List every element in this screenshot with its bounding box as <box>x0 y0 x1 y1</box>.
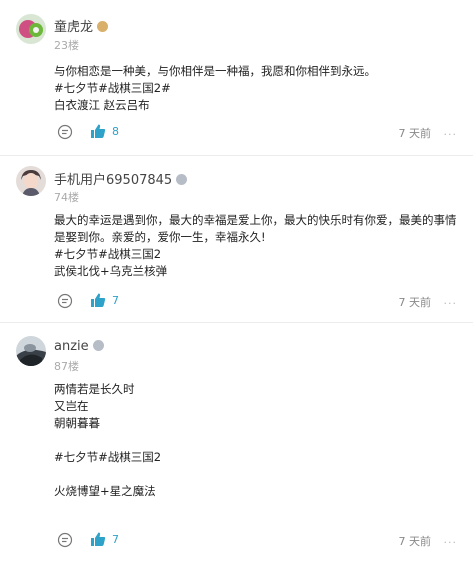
comment-line: 武侯北伐+乌克兰核弹 <box>54 264 168 278</box>
comment-line <box>54 466 457 483</box>
comment-body: 与你相恋是一种美，与你相伴是一种福，我愿和你相伴到永远。 #七夕节#战棋三国2#… <box>54 63 457 114</box>
action-bar: 8 7 天前 ... <box>54 123 457 141</box>
floor-number: 87楼 <box>54 360 79 373</box>
like-count[interactable]: 7 <box>112 533 119 546</box>
more-options-icon[interactable]: ... <box>444 533 458 546</box>
comment-body: 两情若是长久时 又岂在 朝朝暮暮 #七夕节#战棋三国2 火烧博望+星之魔法 <box>54 381 457 500</box>
comment-line: #七夕节#战棋三国2# <box>54 81 171 95</box>
comment-line: 最大的幸运是遇到你，最大的幸福是爱上你，最大的快乐时有你爱，最美的事情是娶到你。… <box>54 213 457 244</box>
thumbs-up-icon[interactable] <box>90 292 106 308</box>
comment-icon[interactable] <box>57 532 73 548</box>
timestamp: 7 天前 <box>398 535 432 548</box>
avatar-image <box>16 166 46 196</box>
gray-medal-icon <box>92 340 104 351</box>
timestamp: 7 天前 <box>398 127 432 140</box>
comment-line: 朝朝暮暮 <box>54 416 100 430</box>
username[interactable]: 手机用户69507845 <box>54 169 188 188</box>
comment-body: 最大的幸运是遇到你，最大的幸福是爱上你，最大的快乐时有你爱，最美的事情是娶到你。… <box>54 212 457 280</box>
comment-line: #七夕节#战棋三国2 <box>54 450 162 464</box>
username[interactable]: 童虎龙 <box>54 16 109 35</box>
username-text[interactable]: 手机用户69507845 <box>54 173 172 188</box>
comment-line: 火烧博望+星之魔法 <box>54 484 156 498</box>
action-bar: 7 7 天前 ... <box>54 292 457 310</box>
comment-line: 又岂在 <box>54 399 89 413</box>
more-options-icon[interactable]: ... <box>444 294 458 307</box>
divider <box>0 155 473 156</box>
avatar-image <box>16 14 46 44</box>
username-text[interactable]: anzie <box>54 339 89 354</box>
comment-icon[interactable] <box>57 124 73 140</box>
action-bar: 7 7 天前 ... <box>54 531 457 549</box>
floor-number: 74楼 <box>54 191 79 204</box>
avatar[interactable] <box>16 14 46 44</box>
thumbs-up-icon[interactable] <box>90 531 106 547</box>
like-count[interactable]: 8 <box>112 125 119 138</box>
avatar[interactable] <box>16 336 46 366</box>
avatar[interactable] <box>16 166 46 196</box>
gray-medal-icon <box>176 174 188 185</box>
comment-line: 白衣渡江 赵云吕布 <box>54 98 150 112</box>
avatar-image <box>16 336 46 366</box>
comment-line: #七夕节#战棋三国2 <box>54 247 162 261</box>
divider <box>0 322 473 323</box>
comment-line: 两情若是长久时 <box>54 382 135 396</box>
comment-line: 与你相恋是一种美，与你相伴是一种福，我愿和你相伴到永远。 <box>54 64 376 78</box>
thumbs-up-icon[interactable] <box>90 123 106 139</box>
username-text[interactable]: 童虎龙 <box>54 20 93 35</box>
floor-number: 23楼 <box>54 39 79 52</box>
more-options-icon[interactable]: ... <box>444 125 458 138</box>
comment-line <box>54 432 457 449</box>
like-count[interactable]: 7 <box>112 294 119 307</box>
comment-icon[interactable] <box>57 293 73 309</box>
gold-medal-icon <box>97 21 109 32</box>
timestamp: 7 天前 <box>398 296 432 309</box>
username[interactable]: anzie <box>54 339 104 354</box>
comment-feed: 童虎龙 23楼 与你相恋是一种美，与你相伴是一种福，我愿和你相伴到永远。 #七夕… <box>0 0 473 562</box>
